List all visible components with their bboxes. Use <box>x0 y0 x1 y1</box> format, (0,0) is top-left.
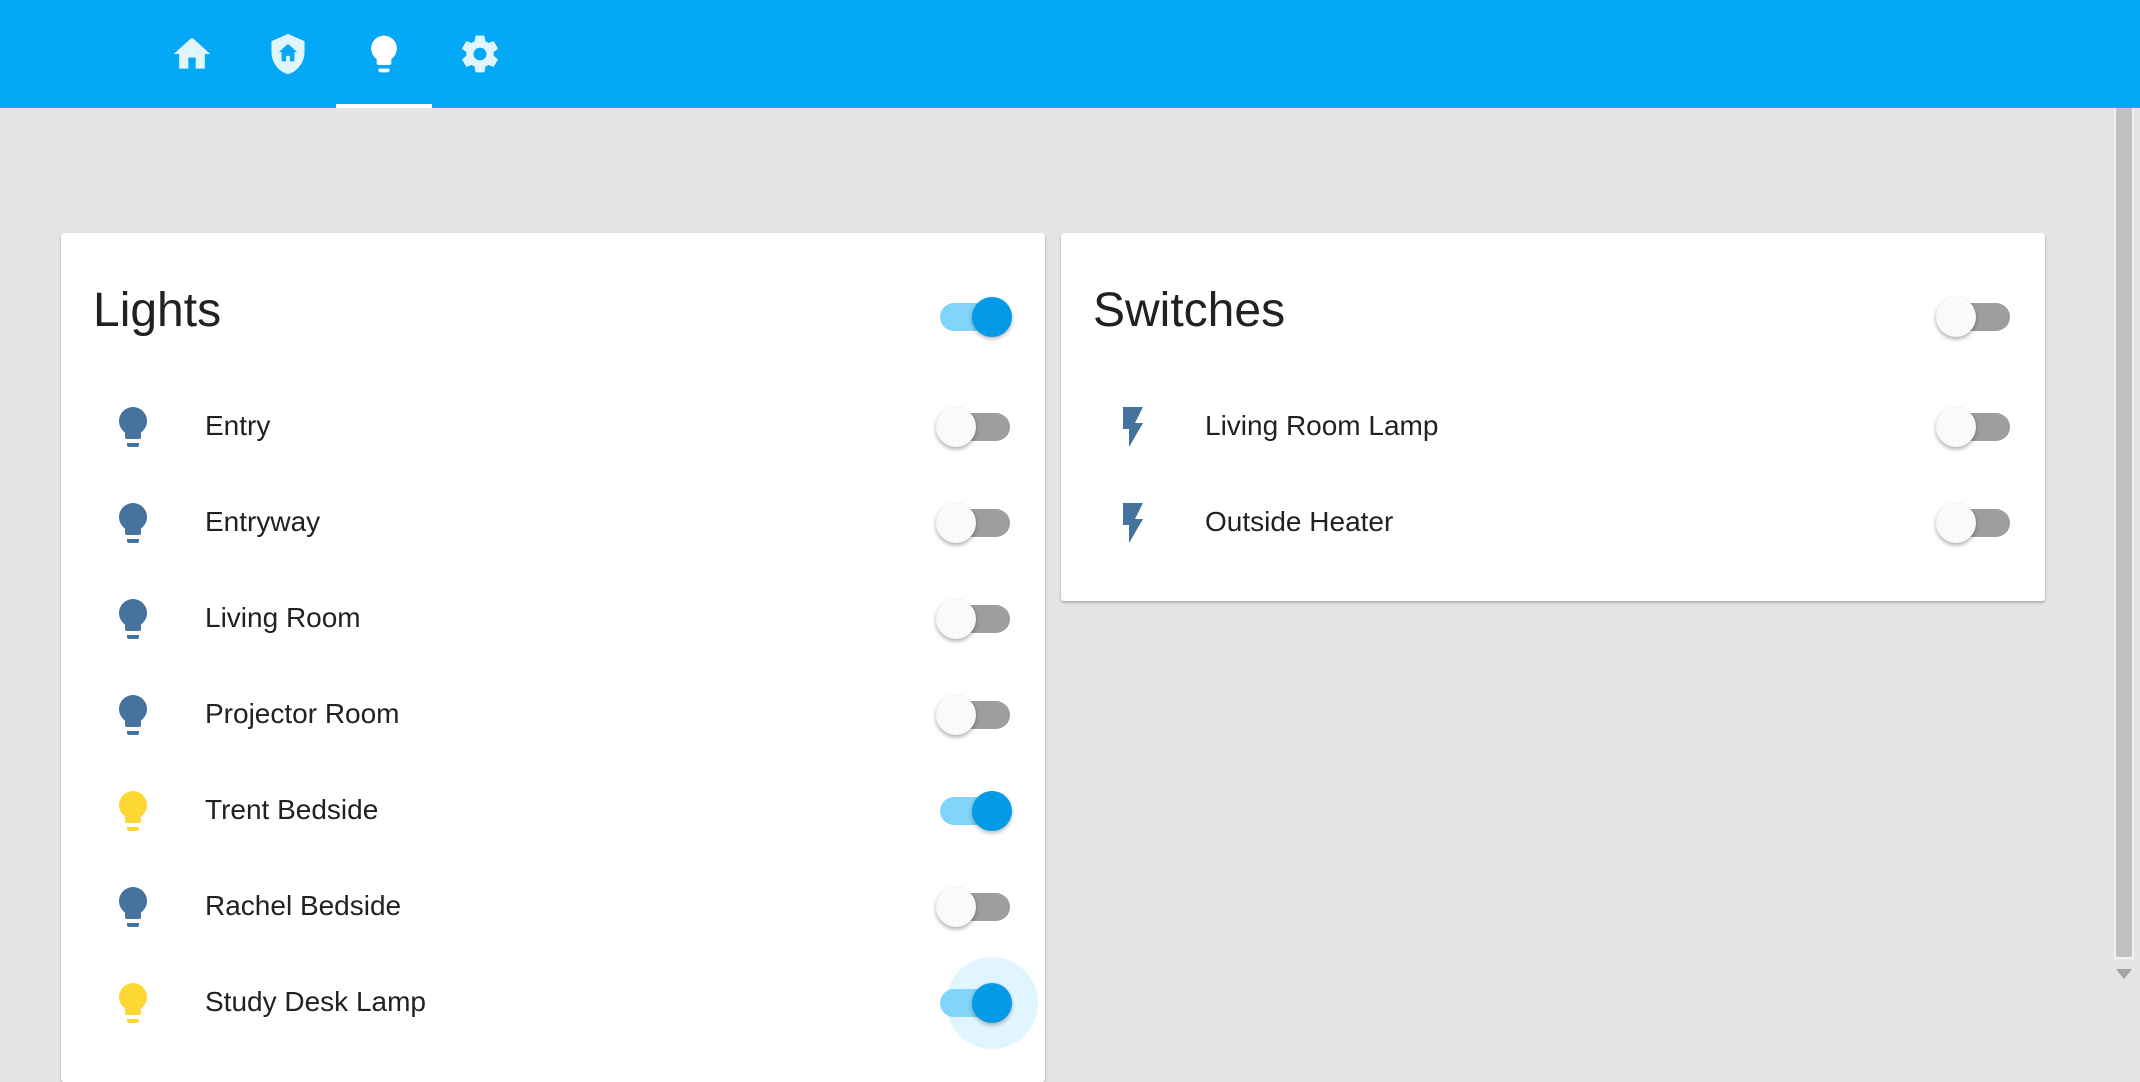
toggle-knob <box>1936 297 1976 337</box>
lights-master-toggle[interactable] <box>936 293 1012 341</box>
lightbulb-icon[interactable] <box>109 499 157 547</box>
flash-icon[interactable] <box>1109 499 1157 547</box>
toggle-knob <box>1936 407 1976 447</box>
top-app-bar <box>0 0 2140 108</box>
toggle-knob <box>936 503 976 543</box>
toggle-knob <box>972 297 1012 337</box>
view-tabs <box>144 0 528 108</box>
card-title: Lights <box>93 284 222 337</box>
lightbulb-icon[interactable] <box>109 403 157 451</box>
entity-name[interactable]: Trent Bedside <box>205 793 378 827</box>
entity-toggle[interactable] <box>936 595 1012 643</box>
lights-card: Lights Entry Entryway Living Room Projec… <box>61 233 1045 1082</box>
tab-security[interactable] <box>240 0 336 108</box>
tab-home[interactable] <box>144 0 240 108</box>
lightbulb-icon[interactable] <box>109 595 157 643</box>
entity-row: Entryway <box>61 475 1045 571</box>
lightbulb-icon[interactable] <box>109 883 157 931</box>
entity-row: Study Desk Lamp <box>61 955 1045 1051</box>
tab-settings[interactable] <box>432 0 528 108</box>
vertical-scrollbar[interactable] <box>2108 108 2140 989</box>
entity-toggle[interactable] <box>936 403 1012 451</box>
entity-name[interactable]: Outside Heater <box>1205 505 1393 539</box>
lightbulb-icon[interactable] <box>109 979 157 1027</box>
tab-lights[interactable] <box>336 0 432 108</box>
lightbulb-icon[interactable] <box>109 691 157 739</box>
home-icon <box>173 37 211 69</box>
entity-toggle[interactable] <box>1936 499 2012 547</box>
entity-row: Living Room <box>61 571 1045 667</box>
toggle-knob <box>936 695 976 735</box>
entity-row: Living Room Lamp <box>1061 379 2045 475</box>
entity-row: Outside Heater <box>1061 475 2045 571</box>
flash-icon[interactable] <box>1109 403 1157 451</box>
entity-toggle[interactable] <box>936 499 1012 547</box>
entity-row: Entry <box>61 379 1045 475</box>
entity-row: Projector Room <box>61 667 1045 763</box>
home-shield-icon <box>271 33 305 75</box>
toggle-knob <box>936 599 976 639</box>
entity-toggle[interactable] <box>936 957 1038 1049</box>
entity-name[interactable]: Study Desk Lamp <box>205 985 426 1019</box>
toggle-knob <box>1936 503 1976 543</box>
entity-name[interactable]: Projector Room <box>205 697 400 731</box>
entity-name[interactable]: Living Room <box>205 601 361 635</box>
entity-name[interactable]: Living Room Lamp <box>1205 409 1438 443</box>
toggle-knob <box>972 983 1012 1023</box>
switches-master-toggle[interactable] <box>1936 293 2012 341</box>
scroll-down-arrow-icon[interactable] <box>2116 969 2132 979</box>
scrollbar-thumb[interactable] <box>2116 108 2132 957</box>
toggle-knob <box>972 791 1012 831</box>
entity-toggle[interactable] <box>936 691 1012 739</box>
toggle-knob <box>936 407 976 447</box>
entity-row: Rachel Bedside <box>61 859 1045 955</box>
entity-row: Trent Bedside <box>61 763 1045 859</box>
entity-toggle[interactable] <box>1936 403 2012 451</box>
entity-name[interactable]: Entry <box>205 409 270 443</box>
entity-name[interactable]: Entryway <box>205 505 320 539</box>
gear-icon <box>462 35 498 73</box>
card-title: Switches <box>1093 284 1286 337</box>
entity-toggle[interactable] <box>936 883 1012 931</box>
entity-name[interactable]: Rachel Bedside <box>205 889 401 923</box>
entity-toggle[interactable] <box>936 787 1012 835</box>
switches-card: Switches Living Room Lamp Outside Heater <box>1061 233 2045 601</box>
lightbulb-icon <box>371 35 397 73</box>
toggle-knob <box>936 887 976 927</box>
main-content: Lights Entry Entryway Living Room Projec… <box>0 108 2108 1082</box>
lightbulb-icon[interactable] <box>109 787 157 835</box>
